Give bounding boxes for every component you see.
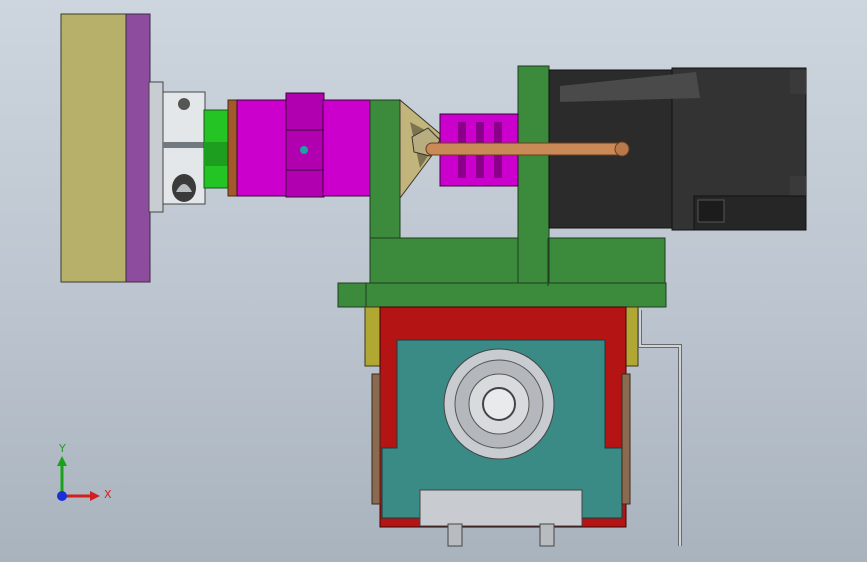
coordinate-triad: Y X bbox=[48, 440, 118, 510]
copper-rod[interactable] bbox=[425, 141, 630, 157]
x-axis-arrow bbox=[90, 491, 100, 501]
base-plate[interactable] bbox=[60, 13, 151, 283]
silver-coupling[interactable] bbox=[148, 81, 206, 213]
cad-viewport[interactable]: Y X bbox=[0, 0, 867, 562]
z-axis-dot bbox=[57, 491, 67, 501]
brown-spacer[interactable] bbox=[227, 99, 238, 197]
y-axis-arrow bbox=[57, 456, 67, 466]
green-collar[interactable] bbox=[203, 109, 229, 189]
magenta-housing[interactable] bbox=[236, 92, 372, 198]
x-axis-label: X bbox=[104, 488, 112, 501]
gearbox-housing[interactable] bbox=[364, 306, 682, 547]
y-axis-label: Y bbox=[59, 442, 66, 455]
assembly-model[interactable] bbox=[0, 0, 867, 562]
